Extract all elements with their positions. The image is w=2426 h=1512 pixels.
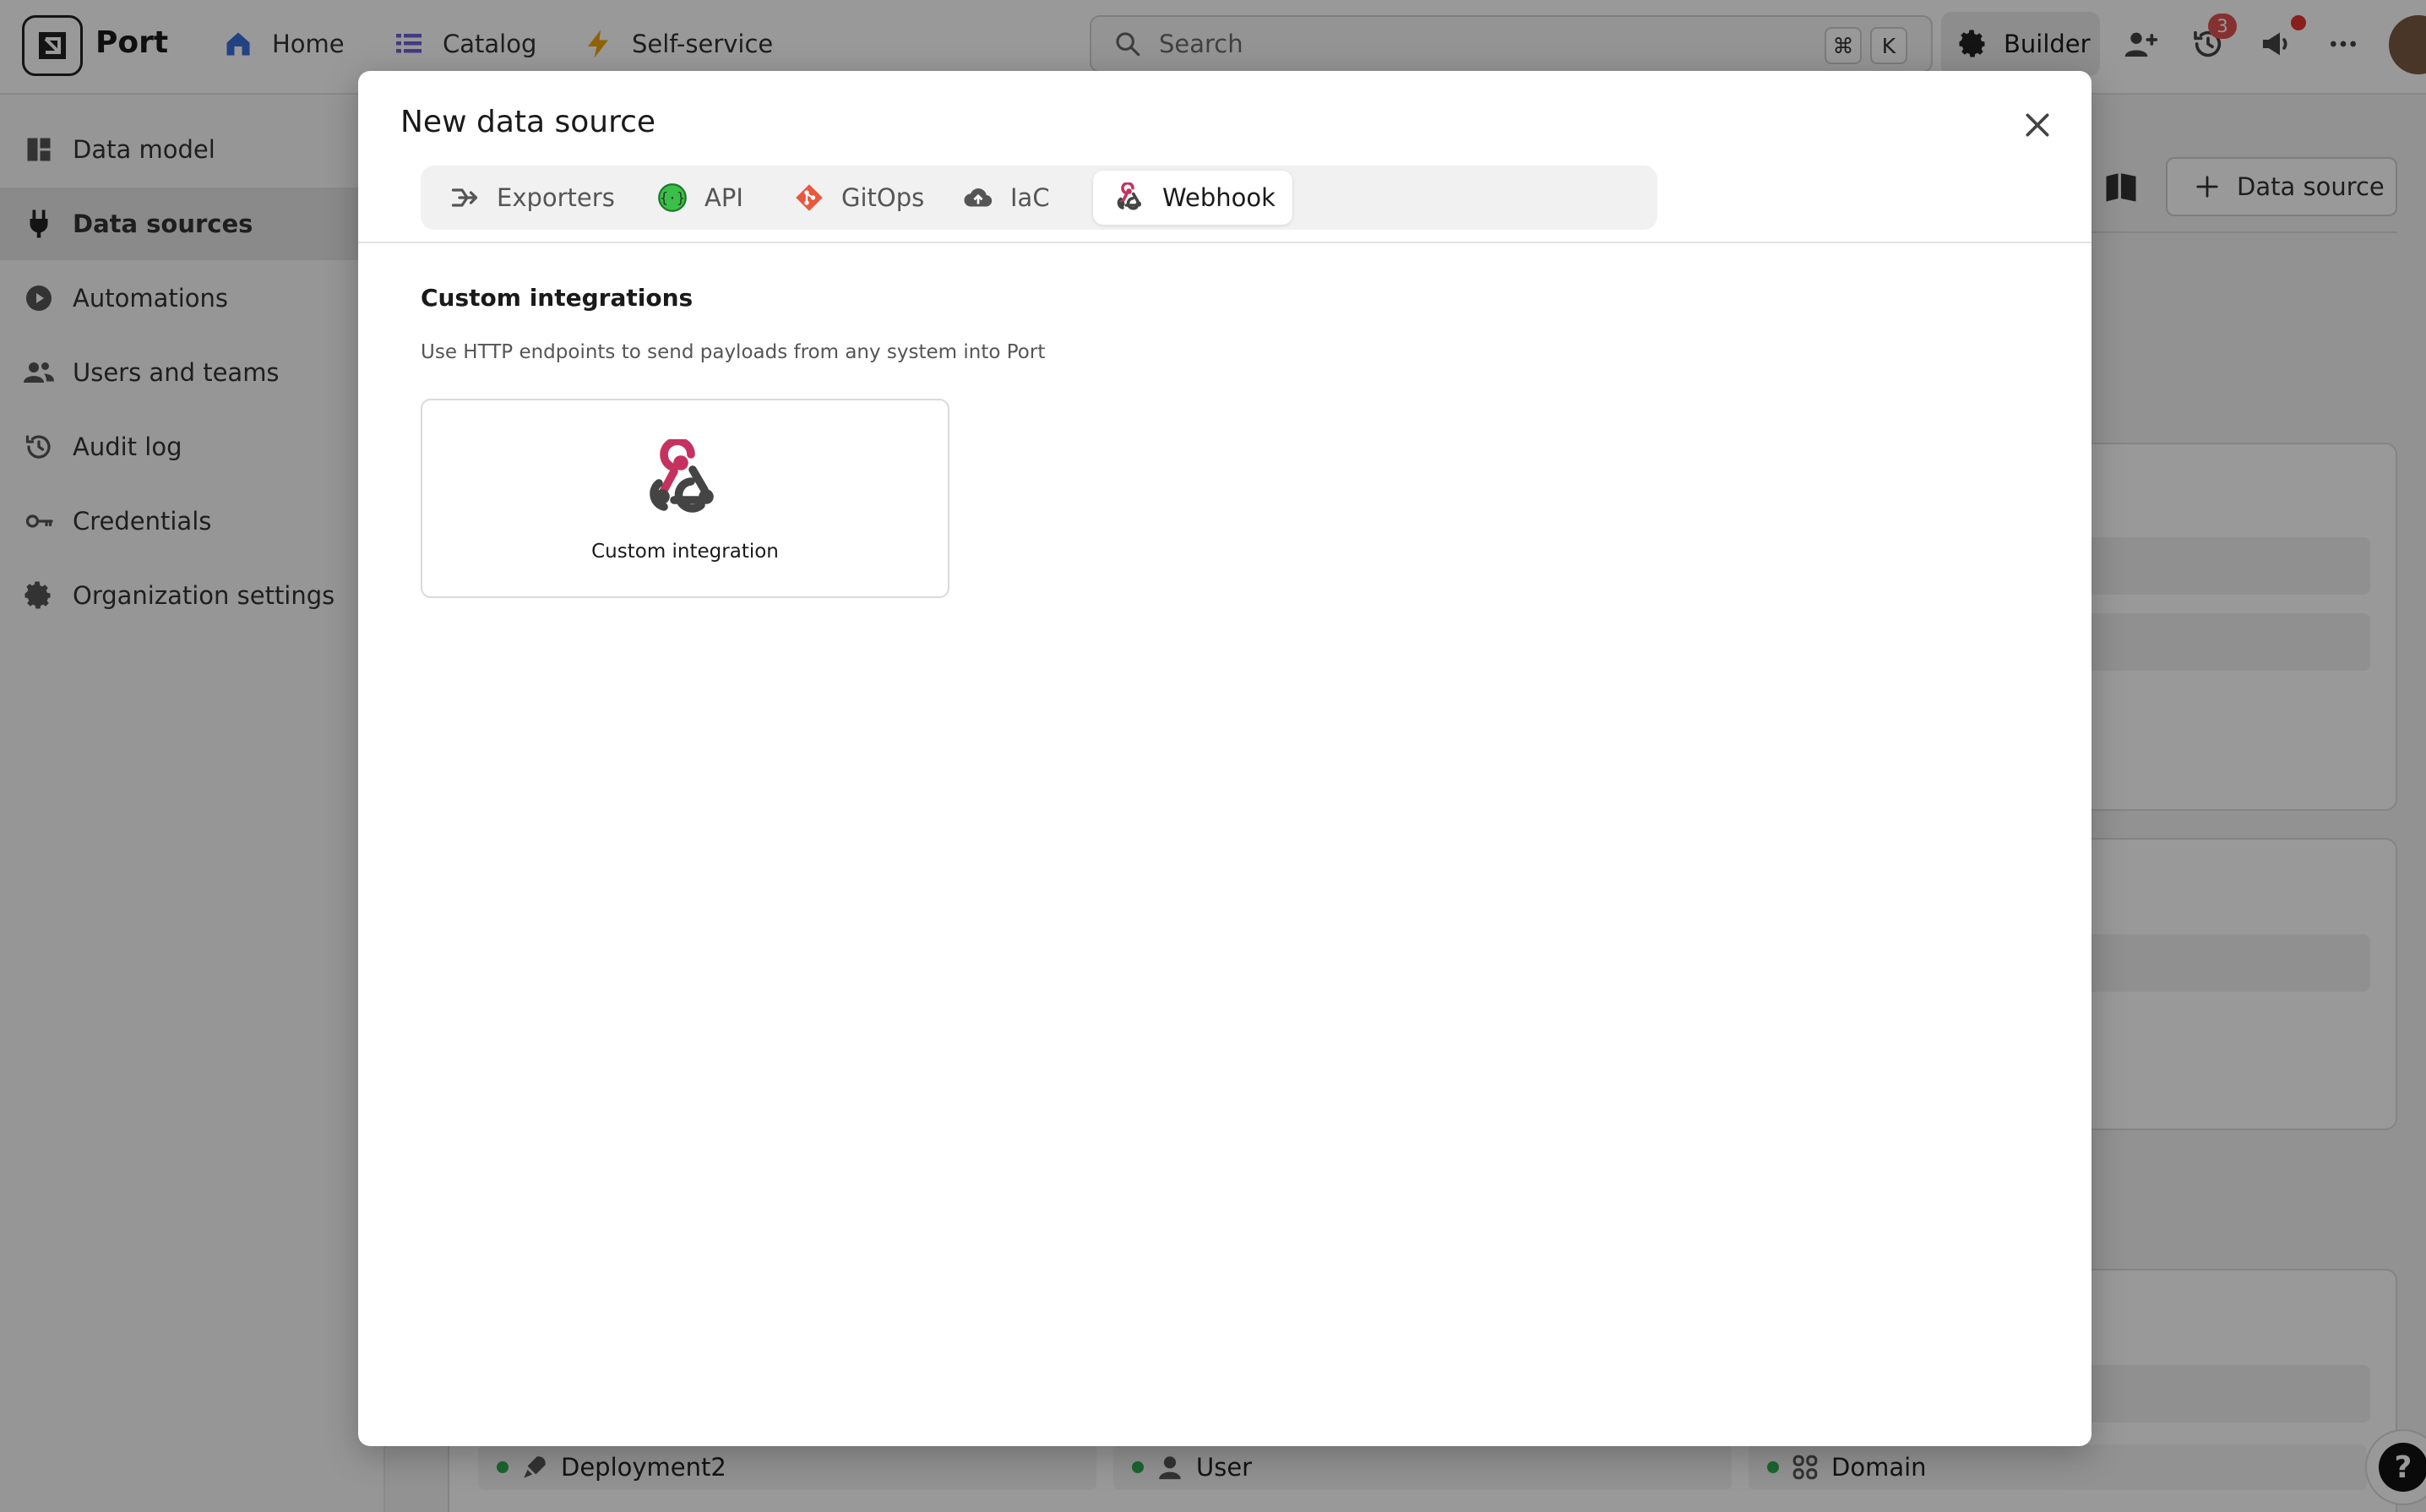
source-type-tabs: Exporters {·} API GitOps IaC Webhook bbox=[421, 166, 1657, 230]
modal-title: New data source bbox=[400, 105, 656, 139]
tab-label: IaC bbox=[1010, 183, 1050, 212]
svg-text:{·}: {·} bbox=[660, 190, 685, 206]
card-label: Custom integration bbox=[591, 541, 779, 563]
tab-gitops[interactable]: GitOps bbox=[772, 171, 924, 225]
section-title: Custom integrations bbox=[421, 284, 694, 312]
custom-integration-card[interactable]: Custom integration bbox=[421, 399, 949, 598]
close-icon[interactable] bbox=[2021, 108, 2054, 142]
api-icon: {·} bbox=[658, 183, 687, 212]
tab-iac[interactable]: IaC bbox=[941, 171, 1050, 225]
webhook-icon bbox=[650, 439, 714, 513]
tab-exporters[interactable]: Exporters bbox=[427, 171, 615, 225]
tab-label: Exporters bbox=[497, 183, 615, 212]
tab-label: GitOps bbox=[841, 183, 925, 212]
section-description: Use HTTP endpoints to send payloads from… bbox=[421, 341, 1046, 363]
tab-label: API bbox=[704, 183, 743, 212]
tab-webhook[interactable]: Webhook bbox=[1093, 171, 1292, 225]
modal-divider bbox=[358, 242, 2091, 243]
tab-api[interactable]: {·} API bbox=[635, 171, 743, 225]
git-icon bbox=[796, 184, 823, 211]
webhook-icon bbox=[1117, 182, 1142, 210]
tab-label: Webhook bbox=[1162, 183, 1276, 212]
new-data-source-modal: New data source Exporters {·} API GitOps… bbox=[358, 71, 2091, 1446]
exporter-icon bbox=[451, 188, 478, 207]
cloud-upload-icon bbox=[964, 188, 993, 207]
